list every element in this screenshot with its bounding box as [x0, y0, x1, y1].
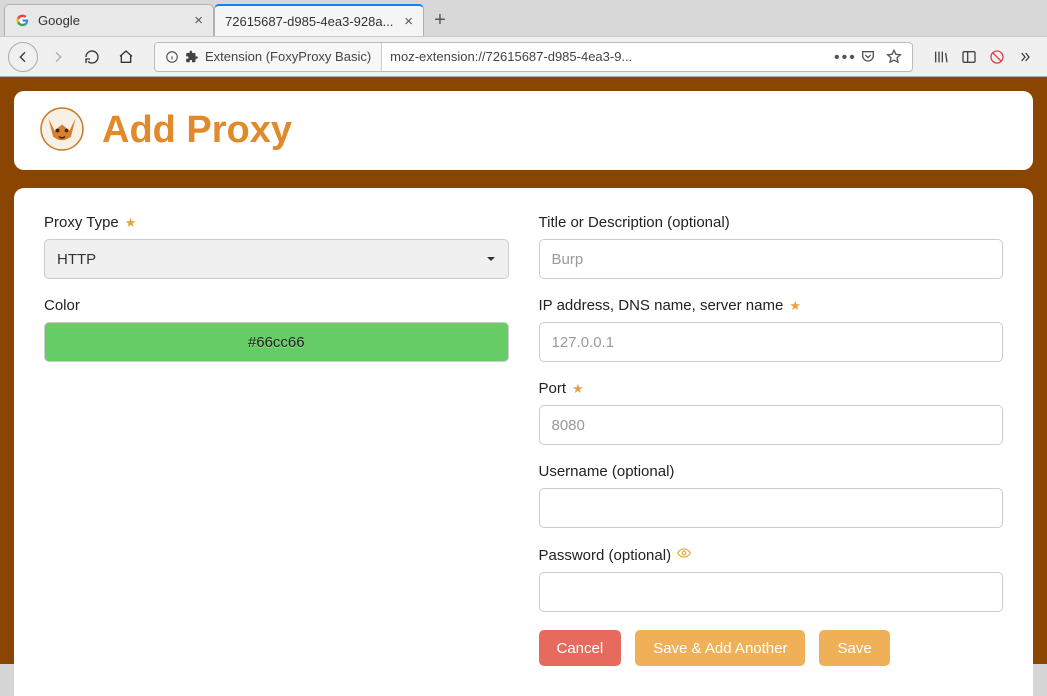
required-star-icon: ★: [572, 381, 584, 397]
back-button[interactable]: [8, 42, 38, 72]
star-icon[interactable]: [886, 49, 902, 65]
page-title: Add Proxy: [102, 109, 292, 152]
color-label: Color: [44, 297, 80, 314]
toolbar-right: [927, 49, 1039, 65]
proxy-type-field: Proxy Type ★ HTTP: [44, 214, 509, 279]
new-tab-button[interactable]: +: [424, 4, 456, 36]
url-bar[interactable]: Extension (FoxyProxy Basic) moz-extensio…: [154, 42, 913, 72]
form-card: Proxy Type ★ HTTP Color #66cc66: [14, 188, 1033, 696]
sidebar-icon[interactable]: [961, 49, 977, 65]
password-label: Password (optional): [539, 547, 672, 564]
close-icon[interactable]: ×: [194, 13, 203, 28]
pocket-icon[interactable]: [860, 49, 876, 65]
tab-title: Google: [38, 13, 186, 28]
title-label: Title or Description (optional): [539, 214, 730, 231]
eye-icon[interactable]: [677, 546, 691, 564]
forward-button[interactable]: [44, 43, 72, 71]
username-input[interactable]: [539, 488, 1004, 528]
close-icon[interactable]: ×: [404, 14, 413, 29]
title-input[interactable]: [539, 239, 1004, 279]
port-label: Port: [539, 380, 567, 397]
identity-label: Extension (FoxyProxy Basic): [205, 49, 371, 64]
browser-chrome: Google × 72615687-d985-4ea3-928a... × + …: [0, 0, 1047, 77]
port-field: Port ★: [539, 380, 1004, 445]
library-icon[interactable]: [933, 49, 949, 65]
noscript-icon[interactable]: [989, 49, 1005, 65]
home-button[interactable]: [112, 43, 140, 71]
extension-icon: [185, 50, 199, 64]
overflow-icon[interactable]: [1017, 49, 1033, 65]
reload-button[interactable]: [78, 43, 106, 71]
tab-title: 72615687-d985-4ea3-928a...: [225, 14, 396, 29]
button-row: Cancel Save & Add Another Save: [539, 630, 1004, 666]
header-card: Add Proxy: [14, 91, 1033, 170]
password-field: Password (optional): [539, 546, 1004, 612]
tab-extension[interactable]: 72615687-d985-4ea3-928a... ×: [214, 4, 424, 36]
left-column: Proxy Type ★ HTTP Color #66cc66: [44, 214, 509, 666]
cancel-button[interactable]: Cancel: [539, 630, 622, 666]
google-favicon-icon: [15, 13, 30, 28]
save-button[interactable]: Save: [819, 630, 889, 666]
chevron-down-icon: [486, 251, 496, 268]
proxy-type-value: HTTP: [57, 251, 96, 268]
right-column: Title or Description (optional) IP addre…: [539, 214, 1004, 666]
proxy-type-select[interactable]: HTTP: [44, 239, 509, 279]
color-picker[interactable]: #66cc66: [44, 322, 509, 362]
title-field: Title or Description (optional): [539, 214, 1004, 279]
ip-input[interactable]: [539, 322, 1004, 362]
port-input[interactable]: [539, 405, 1004, 445]
required-star-icon: ★: [789, 298, 801, 314]
url-actions: •••: [824, 49, 912, 65]
nav-toolbar: Extension (FoxyProxy Basic) moz-extensio…: [0, 36, 1047, 76]
ip-label: IP address, DNS name, server name: [539, 297, 784, 314]
username-field: Username (optional): [539, 463, 1004, 528]
color-value: #66cc66: [248, 334, 305, 351]
more-icon[interactable]: •••: [834, 49, 850, 65]
username-label: Username (optional): [539, 463, 675, 480]
color-field: Color #66cc66: [44, 297, 509, 362]
page-body: Add Proxy Proxy Type ★ HTTP Color: [0, 77, 1047, 664]
tab-google[interactable]: Google ×: [4, 4, 214, 36]
ip-field: IP address, DNS name, server name ★: [539, 297, 1004, 362]
foxyproxy-logo-icon: [38, 105, 86, 156]
proxy-type-label: Proxy Type: [44, 214, 119, 231]
identity-box[interactable]: Extension (FoxyProxy Basic): [155, 43, 382, 71]
url-text[interactable]: moz-extension://72615687-d985-4ea3-9...: [382, 49, 824, 64]
required-star-icon: ★: [125, 215, 137, 231]
password-input[interactable]: [539, 572, 1004, 612]
info-icon: [165, 50, 179, 64]
tab-strip: Google × 72615687-d985-4ea3-928a... × +: [0, 0, 1047, 36]
save-add-another-button[interactable]: Save & Add Another: [635, 630, 805, 666]
